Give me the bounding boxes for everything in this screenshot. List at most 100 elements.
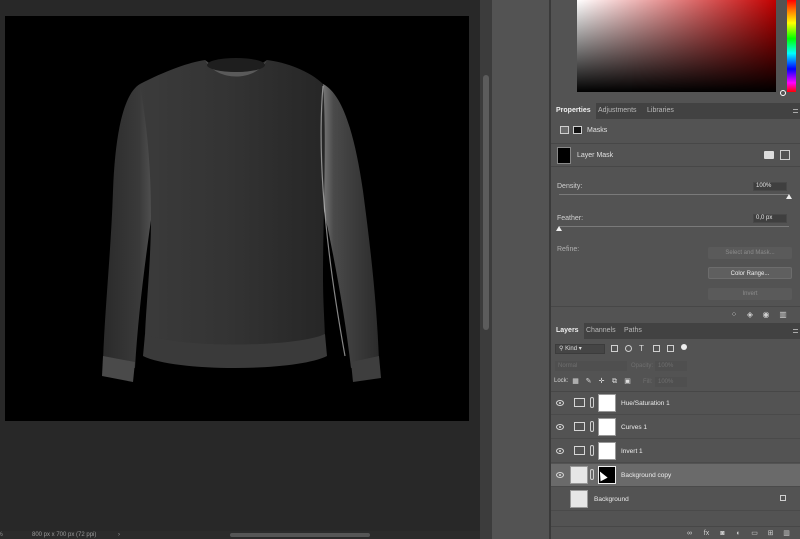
fill-field[interactable]: 100% — [655, 377, 687, 387]
tab-paths[interactable]: Paths — [619, 323, 647, 339]
curves-icon — [574, 422, 585, 431]
blend-row: Normal Opacity: 100% — [551, 359, 800, 373]
smart-object-filter-icon[interactable] — [667, 345, 674, 352]
layer-style-icon[interactable]: fx — [702, 529, 711, 538]
layer-name: Background — [594, 496, 629, 503]
link-chain-icon[interactable] — [590, 421, 594, 432]
blend-mode-select[interactable]: Normal — [555, 361, 627, 371]
layer-mask-thumbnail[interactable] — [598, 394, 616, 412]
image-icon — [560, 126, 569, 134]
pixel-filter-icon[interactable] — [611, 345, 618, 352]
feather-slider[interactable] — [559, 226, 789, 227]
layers-list: Hue/Saturation 1 Curves 1 Invert 1 Backg… — [551, 391, 800, 511]
zoom-level[interactable]: 0% — [0, 531, 3, 539]
filter-kind-label: Kind — [565, 346, 578, 352]
filter-kind-select[interactable]: ⚲ Kind ▾ — [555, 344, 605, 354]
layer-name: Invert 1 — [621, 448, 643, 455]
visibility-eye-icon[interactable] — [556, 400, 564, 406]
properties-panel: Properties Adjustments Libraries Masks L… — [551, 103, 800, 323]
lock-position-icon[interactable]: ✛ — [598, 378, 605, 385]
refine-label: Refine: — [557, 246, 580, 253]
new-layer-icon[interactable]: ⊞ — [766, 529, 775, 538]
density-slider[interactable] — [559, 194, 789, 195]
type-filter-icon[interactable]: T — [639, 345, 646, 353]
panel-menu-icon[interactable] — [793, 109, 798, 113]
layer-row-background-copy[interactable]: Background copy — [551, 464, 800, 487]
select-and-mask-button[interactable]: Select and Mask... — [708, 247, 792, 259]
sweater-image — [102, 58, 381, 382]
tab-libraries[interactable]: Libraries — [642, 103, 679, 119]
status-menu-arrow-icon[interactable]: › — [118, 531, 120, 539]
link-chain-icon[interactable] — [590, 397, 594, 408]
visibility-eye-icon[interactable] — [556, 472, 564, 478]
link-chain-icon[interactable] — [590, 469, 594, 480]
feather-field[interactable]: 0,0 px — [753, 214, 787, 223]
document-size-info: 800 px x 700 px (72 ppi) — [32, 532, 97, 538]
visibility-eye-icon[interactable] — [556, 424, 564, 430]
color-field[interactable] — [577, 0, 776, 92]
vertical-scrollbar[interactable] — [483, 75, 489, 330]
tab-layers[interactable]: Layers — [551, 323, 584, 339]
new-adjustment-layer-icon[interactable]: ◐ — [734, 529, 743, 538]
layer-name: Hue/Saturation 1 — [621, 400, 670, 407]
layer-mask-label: Layer Mask — [577, 152, 614, 159]
layer-row-hue-saturation[interactable]: Hue/Saturation 1 — [551, 392, 800, 415]
opacity-field[interactable]: 100% — [655, 361, 687, 371]
layer-mask-thumbnail[interactable] — [598, 418, 616, 436]
density-slider-knob[interactable] — [786, 194, 792, 199]
status-bar: 0% 800 px x 700 px (72 ppi) › — [0, 531, 480, 539]
mask-thumbnail — [557, 147, 571, 164]
delete-mask-icon[interactable]: ▥ — [779, 311, 787, 319]
layer-mask-thumbnail[interactable] — [598, 442, 616, 460]
layers-tabbar: Layers Channels Paths — [551, 323, 800, 339]
layer-row-background[interactable]: Background — [551, 488, 800, 511]
layer-row-curves[interactable]: Curves 1 — [551, 416, 800, 439]
opacity-label: Opacity: — [631, 363, 654, 369]
hue-slider[interactable] — [787, 0, 796, 92]
link-layers-icon[interactable]: ∞ — [685, 529, 694, 538]
layer-thumbnail[interactable] — [570, 466, 588, 484]
delete-layer-icon[interactable]: ▥ — [782, 529, 791, 538]
tab-properties[interactable]: Properties — [551, 103, 596, 119]
mask-icon — [573, 126, 582, 134]
lock-artboard-icon[interactable]: ⧉ — [611, 378, 618, 385]
layer-filter-row: ⚲ Kind ▾ T — [551, 341, 800, 357]
add-pixel-mask-button[interactable] — [764, 151, 774, 159]
color-range-button[interactable]: Color Range... — [708, 267, 792, 279]
invert-icon — [574, 446, 585, 455]
visibility-eye-icon[interactable] — [556, 448, 564, 454]
density-label: Density: — [557, 183, 583, 190]
panel-menu-icon[interactable] — [793, 329, 798, 333]
fill-label: Fill: — [643, 379, 653, 385]
add-mask-icon[interactable]: ◙ — [718, 529, 727, 538]
adjustment-filter-icon[interactable] — [625, 345, 632, 352]
canvas[interactable] — [5, 16, 469, 421]
horizontal-scrollbar[interactable] — [230, 533, 370, 537]
visibility-eye-icon[interactable]: ◉ — [762, 311, 770, 319]
lock-row: Lock: ▦ ✎ ✛ ⧉ ▣ Fill: 100% — [551, 375, 800, 389]
add-vector-mask-button[interactable] — [780, 150, 790, 160]
document-window: 0% 800 px x 700 px (72 ppi) › — [0, 0, 480, 539]
invert-button[interactable]: Invert — [708, 288, 792, 300]
lock-transparent-icon[interactable]: ▦ — [572, 378, 579, 385]
density-field[interactable]: 100% — [753, 182, 787, 191]
panel-gutter — [492, 0, 549, 539]
layers-footer: ∞ fx ◙ ◐ ▭ ⊞ ▥ — [551, 526, 800, 539]
lock-icon — [780, 495, 786, 501]
lock-all-icon[interactable]: ▣ — [624, 378, 631, 385]
lock-image-icon[interactable]: ✎ — [585, 378, 592, 385]
tab-adjustments[interactable]: Adjustments — [593, 103, 642, 119]
filter-toggle-icon[interactable] — [681, 344, 687, 350]
properties-tabbar: Properties Adjustments Libraries — [551, 103, 800, 119]
shape-filter-icon[interactable] — [653, 345, 660, 352]
layer-thumbnail[interactable] — [570, 490, 588, 508]
color-picker-handle-icon[interactable] — [780, 90, 786, 96]
apply-mask-icon[interactable]: ◈ — [746, 311, 754, 319]
masks-label: Masks — [587, 127, 608, 134]
new-group-icon[interactable]: ▭ — [750, 529, 759, 538]
link-chain-icon[interactable] — [590, 445, 594, 456]
feather-slider-knob[interactable] — [556, 226, 562, 231]
load-selection-icon[interactable]: ⁘ — [730, 311, 738, 319]
layer-row-invert[interactable]: Invert 1 — [551, 440, 800, 463]
tab-channels[interactable]: Channels — [581, 323, 621, 339]
